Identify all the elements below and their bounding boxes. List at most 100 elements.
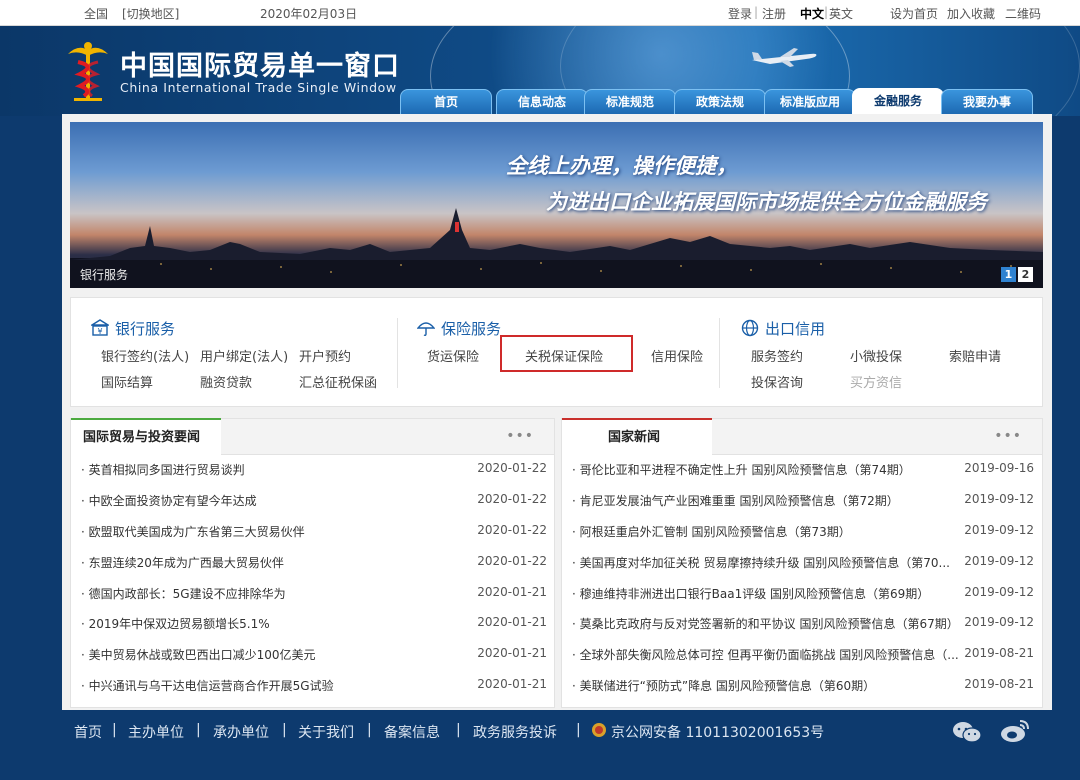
tab-standard-apps[interactable]: 标准版应用: [764, 89, 856, 115]
news-item[interactable]: · 莫桑比克政府与反对党签署新的和平协议 国别风险预警信息（第67期） 2019-…: [572, 615, 1034, 635]
micro-insurance-link[interactable]: 小微投保: [850, 346, 902, 365]
tab-label: 我要办事: [962, 95, 1011, 109]
claim-application-link[interactable]: 索赔申请: [949, 346, 1001, 365]
current-date: 2020年02月03日: [260, 7, 358, 21]
customs-emblem-icon[interactable]: [66, 40, 110, 102]
globe-icon: [741, 319, 759, 337]
highlight-annotation-box: [500, 335, 633, 372]
site-title-en: China International Trade Single Window: [120, 80, 397, 95]
credit-insurance-link[interactable]: 信用保险: [651, 346, 703, 365]
news-title[interactable]: · 中兴通讯与乌干达电信运营商合作开展5G试验: [81, 677, 471, 694]
news-date: 2019-09-16: [964, 461, 1034, 475]
divider: |: [282, 722, 287, 738]
lang-en-link[interactable]: 英文: [829, 5, 853, 22]
footer-link-organizer[interactable]: 承办单位: [213, 722, 269, 742]
footer-link-complaint[interactable]: 政务服务投诉: [473, 722, 557, 742]
news-item[interactable]: · 英首相拟同多国进行贸易谈判 2020-01-22: [81, 461, 547, 481]
bank-sign-link[interactable]: 银行签约(法人): [101, 346, 189, 365]
news-title[interactable]: · 肯尼亚发展油气产业困难重重 国别风险预警信息（第72期）: [572, 492, 962, 509]
tab-standards[interactable]: 标准规范: [584, 89, 676, 115]
news-title[interactable]: · 2019年中保双边贸易额增长5.1%: [81, 615, 471, 632]
footer-link-sponsor[interactable]: 主办单位: [128, 722, 184, 742]
news-title[interactable]: · 阿根廷重启外汇管制 国别风险预警信息（第73期）: [572, 523, 962, 540]
news-item[interactable]: · 肯尼亚发展油气产业困难重重 国别风险预警信息（第72期） 2019-09-12: [572, 492, 1034, 512]
news-item[interactable]: · 哥伦比亚和平进程不确定性上升 国别风险预警信息（第74期） 2019-09-1…: [572, 461, 1034, 481]
divider: [397, 318, 398, 388]
user-binding-link[interactable]: 用户绑定(法人): [200, 346, 288, 365]
login-link[interactable]: 登录: [728, 5, 752, 22]
footer-link-about[interactable]: 关于我们: [298, 722, 354, 742]
news-title[interactable]: · 东盟连续20年成为广西最大贸易伙伴: [81, 554, 471, 571]
cargo-insurance-link[interactable]: 货运保险: [427, 346, 479, 365]
tab-label: 首页: [433, 95, 458, 109]
news-title[interactable]: · 哥伦比亚和平进程不确定性上升 国别风险预警信息（第74期）: [572, 461, 962, 478]
bank-services-title: ¥ 银行服务: [89, 318, 175, 339]
footer-link-home[interactable]: 首页: [74, 722, 102, 742]
insurance-consult-link[interactable]: 投保咨询: [751, 372, 803, 391]
financing-loan-link[interactable]: 融资贷款: [200, 372, 252, 391]
switch-region-link[interactable]: [切换地区]: [122, 5, 179, 22]
news-title[interactable]: · 美联储进行“预防式”降息 国别风险预警信息（第60期）: [572, 677, 962, 694]
news-item[interactable]: · 美国再度对华加征关税 贸易摩擦持续升级 国别风险预警信息（第70... 201…: [572, 554, 1034, 574]
wechat-icon[interactable]: [952, 720, 982, 744]
news-title[interactable]: · 英首相拟同多国进行贸易谈判: [81, 461, 471, 478]
account-appointment-link[interactable]: 开户预约: [299, 346, 351, 365]
news-item[interactable]: · 2019年中保双边贸易额增长5.1% 2020-01-21: [81, 615, 547, 635]
bank-icon: ¥: [89, 319, 111, 336]
news-title[interactable]: · 全球外部失衡风险总体可控 但再平衡仍面临挑战 国别风险预警信息（...: [572, 646, 962, 663]
divider: [719, 318, 720, 388]
news-date: 2019-09-12: [964, 615, 1034, 629]
news-title[interactable]: · 中欧全面投资协定有望今年达成: [81, 492, 471, 509]
hero-banner[interactable]: 全线上办理，操作便捷， 为进出口企业拓展国际市场提供全方位金融服务 银行服务 1…: [70, 122, 1043, 288]
news-title[interactable]: · 美国再度对华加征关税 贸易摩擦持续升级 国别风险预警信息（第70...: [572, 554, 962, 571]
intl-trade-news-panel: 国际贸易与投资要闻 ••• · 英首相拟同多国进行贸易谈判 2020-01-22 …: [70, 418, 555, 708]
news-item[interactable]: · 全球外部失衡风险总体可控 但再平衡仍面临挑战 国别风险预警信息（... 201…: [572, 646, 1034, 666]
tax-guarantee-link[interactable]: 汇总征税保函: [299, 372, 377, 391]
qrcode-link[interactable]: 二维码: [1005, 5, 1041, 22]
icp-record[interactable]: 京公网安备 11011302001653号: [611, 722, 824, 742]
news-item[interactable]: · 中欧全面投资协定有望今年达成 2020-01-22: [81, 492, 547, 512]
register-link[interactable]: 注册: [762, 5, 786, 22]
banner-page-2[interactable]: 2: [1018, 267, 1033, 282]
news-item[interactable]: · 美联储进行“预防式”降息 国别风险预警信息（第60期） 2019-08-21: [572, 677, 1034, 697]
news-item[interactable]: · 穆迪维持非洲进出口银行Baa1评级 国别风险预警信息（第69期） 2019-0…: [572, 585, 1034, 605]
news-date: 2019-08-21: [964, 646, 1034, 660]
service-sign-link[interactable]: 服务签约: [751, 346, 803, 365]
weibo-icon[interactable]: [1000, 718, 1030, 744]
news-title[interactable]: · 莫桑比克政府与反对党签署新的和平协议 国别风险预警信息（第67期）: [572, 615, 962, 632]
tab-news[interactable]: 信息动态: [496, 89, 588, 115]
news-item[interactable]: · 德国内政部长：5G建设不应排除华为 2020-01-21: [81, 585, 547, 605]
more-icon[interactable]: •••: [506, 428, 534, 444]
airplane-icon: [752, 48, 817, 67]
news-item[interactable]: · 中兴通讯与乌干达电信运营商合作开展5G试验 2020-01-21: [81, 677, 547, 697]
news-item[interactable]: · 阿根廷重启外汇管制 国别风险预警信息（第73期） 2019-09-12: [572, 523, 1034, 543]
divider: |: [112, 722, 117, 738]
lang-zh-link[interactable]: 中文: [800, 5, 824, 22]
set-home-link[interactable]: 设为首页: [890, 5, 938, 22]
divider: |: [456, 722, 461, 738]
add-favorite-link[interactable]: 加入收藏: [947, 5, 995, 22]
news-title[interactable]: · 德国内政部长：5G建设不应排除华为: [81, 585, 471, 602]
banner-page-1[interactable]: 1: [1001, 267, 1016, 282]
news-title[interactable]: · 穆迪维持非洲进出口银行Baa1评级 国别风险预警信息（第69期）: [572, 585, 962, 602]
tab-financial-services[interactable]: 金融服务: [852, 88, 944, 116]
news-date: 2020-01-22: [477, 523, 547, 537]
news-tab-country[interactable]: 国家新闻: [562, 418, 712, 455]
site-header: 中国国际贸易单一窗口 China International Trade Sin…: [0, 26, 1080, 116]
news-title[interactable]: · 美中贸易休战或致巴西出口减少100亿美元: [81, 646, 471, 663]
news-item[interactable]: · 东盟连续20年成为广西最大贸易伙伴 2020-01-22: [81, 554, 547, 574]
banner-subheadline: 为进出口企业拓展国际市场提供全方位金融服务: [546, 190, 987, 214]
banner-caption-bar: 银行服务: [70, 260, 1043, 288]
tab-do-business[interactable]: 我要办事: [941, 89, 1033, 115]
more-icon[interactable]: •••: [994, 428, 1022, 444]
international-settlement-link[interactable]: 国际结算: [101, 372, 153, 391]
news-item[interactable]: · 美中贸易休战或致巴西出口减少100亿美元 2020-01-21: [81, 646, 547, 666]
tab-label: 标准规范: [605, 95, 654, 109]
police-badge-icon: [592, 723, 606, 737]
tab-home[interactable]: 首页: [400, 89, 492, 115]
footer-link-filing[interactable]: 备案信息: [384, 722, 440, 742]
tab-policies[interactable]: 政策法规: [674, 89, 766, 115]
news-item[interactable]: · 欧盟取代美国成为广东省第三大贸易伙伴 2020-01-22: [81, 523, 547, 543]
news-tab-intl-trade[interactable]: 国际贸易与投资要闻: [71, 418, 221, 455]
news-title[interactable]: · 欧盟取代美国成为广东省第三大贸易伙伴: [81, 523, 471, 540]
